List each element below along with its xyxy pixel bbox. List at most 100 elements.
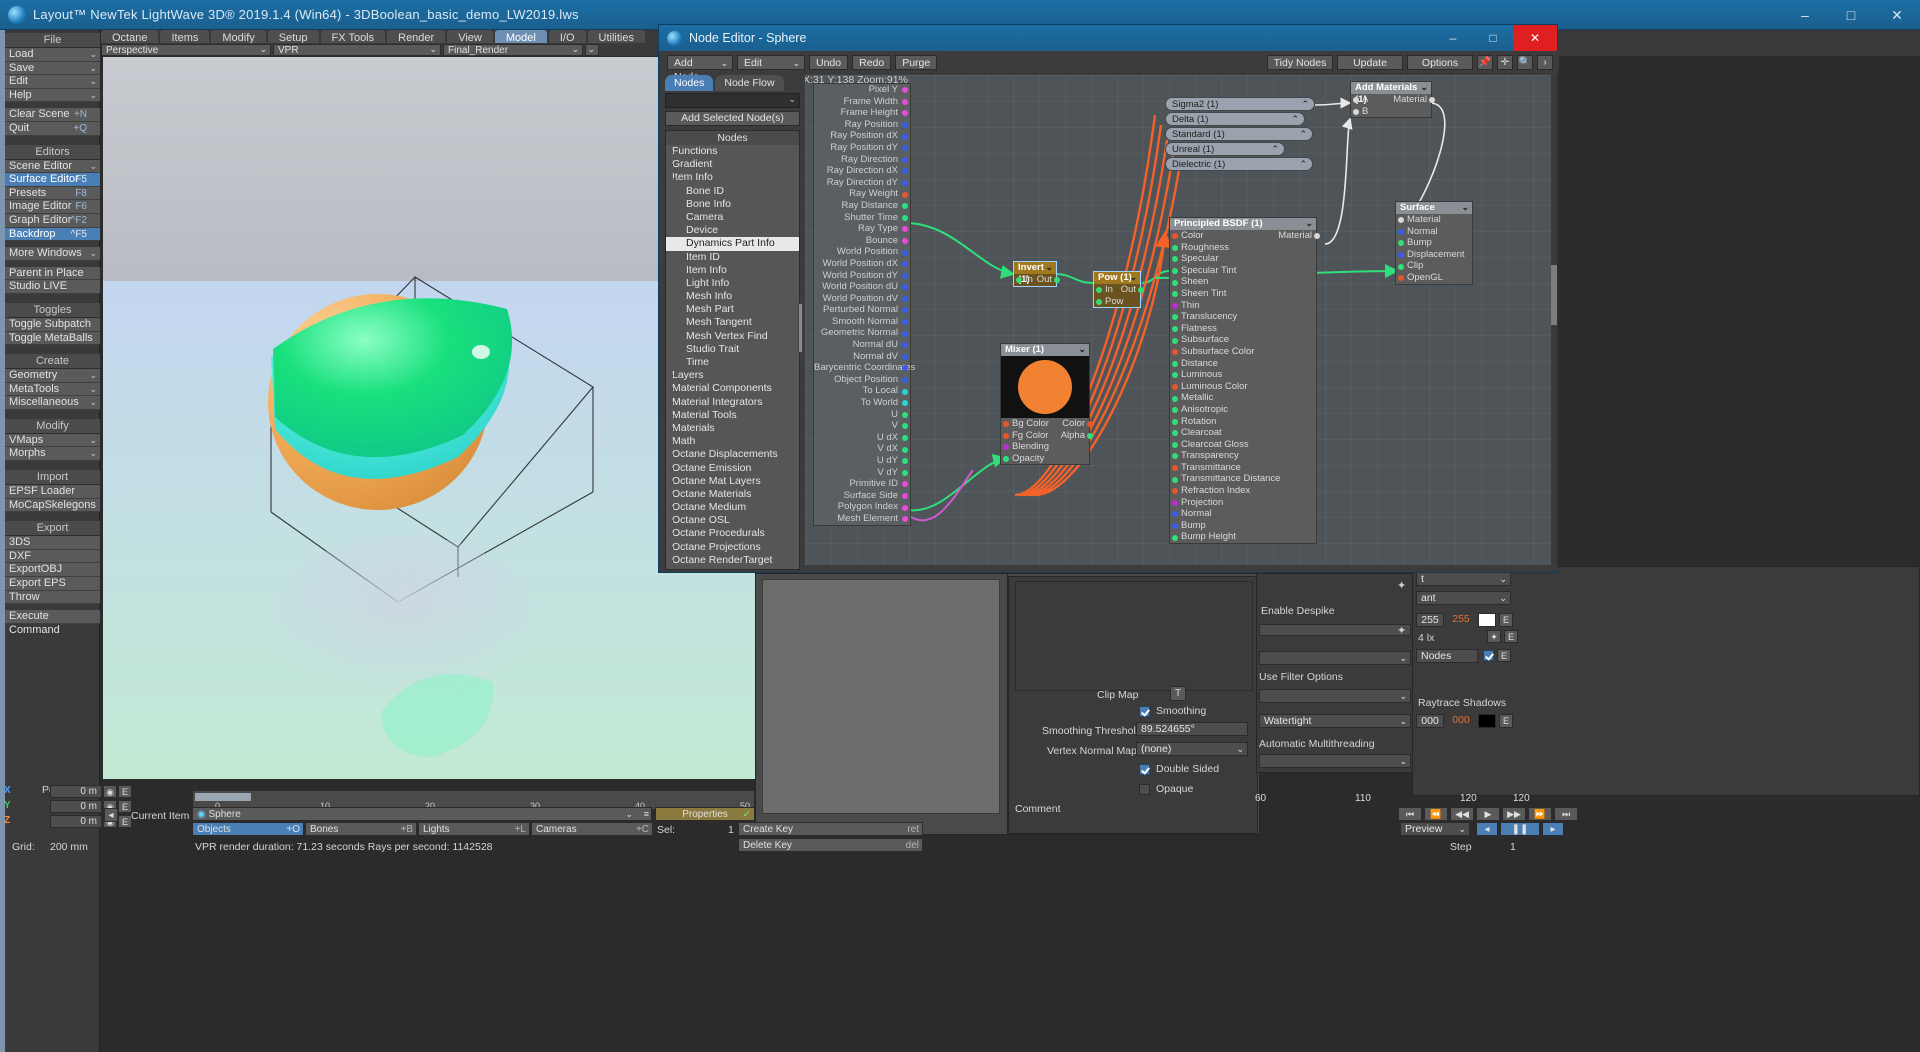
principled-port-bump[interactable]: Bump [1170, 520, 1316, 532]
input-port-ray-distance[interactable]: Ray Distance [814, 200, 910, 212]
sidebar-item-toggle-subpatch[interactable]: Toggle Subpatch [5, 317, 100, 332]
chevron-right-icon[interactable]: › [671, 409, 674, 422]
node-editor-tabs[interactable]: Nodes Node Flow [665, 75, 800, 91]
node-tree-item-bone-id[interactable]: Bone ID [666, 185, 799, 198]
envelope-icon[interactable]: ✦ [1397, 579, 1409, 592]
principled-port-specular[interactable]: Specular [1170, 253, 1316, 265]
node-editor-maximize-button[interactable]: □ [1473, 25, 1513, 51]
node-tree-item-materials[interactable]: › Materials [666, 422, 799, 435]
principled-port-projection[interactable]: Projection [1170, 497, 1316, 509]
axis-eye-icon-x[interactable]: ◉ [103, 785, 117, 798]
timeline-slider[interactable] [195, 793, 251, 801]
shadow-color-swatch[interactable] [1478, 714, 1496, 728]
chevron-right-icon[interactable]: › [671, 435, 674, 448]
chevron-right-icon[interactable]: › [671, 145, 674, 158]
principled-port-luminous[interactable]: Luminous [1170, 369, 1316, 381]
node-tree-item-material-tools[interactable]: › Material Tools [666, 409, 799, 422]
input-port-ray-direction[interactable]: Ray Direction [814, 154, 910, 166]
double-sided-checkbox[interactable] [1139, 763, 1150, 775]
principled-port-subsurface[interactable]: Subsurface [1170, 334, 1316, 346]
principled-port-subsurface-color[interactable]: Subsurface Color [1170, 346, 1316, 358]
input-port-perturbed-normal[interactable]: Perturbed Normal [814, 304, 910, 316]
node-graph-canvas[interactable]: X:31 Y:138 Zoom:91% Pixel Y Frame Width … [805, 75, 1553, 565]
chevron-right-icon[interactable]: › [671, 488, 674, 501]
filter-dropdown[interactable]: ⌄ [1259, 651, 1411, 665]
mixer-port-bg-color[interactable]: Bg Color Color [1001, 418, 1093, 430]
input-port-primitive-id[interactable]: Primitive ID [814, 478, 910, 490]
node-invert-in-port[interactable]: In Out [1014, 274, 1060, 286]
node-tree-item-material-components[interactable]: › Material Components [666, 382, 799, 395]
move-icon[interactable]: ✛ [1497, 55, 1513, 70]
node-tree-item-math[interactable]: › Math [666, 435, 799, 448]
chevron-right-icon[interactable]: › [671, 158, 674, 171]
sidebar-item-parent-in-place[interactable]: Parent in Place [5, 266, 100, 281]
frame-prev-button[interactable]: ◂ [104, 808, 118, 822]
node-tree-item-dynamics-part-info[interactable]: Dynamics Part Info [666, 237, 799, 251]
input-port-u-dx[interactable]: U dX [814, 432, 910, 444]
sidebar-item-exportobj[interactable]: ExportOBJ [5, 563, 100, 578]
add-node-dropdown[interactable]: Add Node ⌄ [667, 54, 733, 83]
node-editor-tab-nodes[interactable]: Nodes [665, 75, 714, 91]
node-tree[interactable]: Nodes › Functions › Gradient ⌄ Item Info Bone … [665, 130, 800, 570]
node-tree-item-functions[interactable]: › Functions [666, 145, 799, 158]
sidebar-item-save[interactable]: Save ⌄ [5, 61, 100, 76]
input-port-shutter-time[interactable]: Shutter Time [814, 212, 910, 224]
input-port-to-world[interactable]: To World [814, 397, 910, 409]
sidebar-item-export-eps[interactable]: Export EPS [5, 577, 100, 591]
principled-port-sheen-tint[interactable]: Sheen Tint [1170, 288, 1316, 300]
sidebar-item-miscellaneous[interactable]: Miscellaneous ⌄ [5, 396, 100, 410]
redo-button[interactable]: Redo [852, 54, 892, 70]
node-tree-item-light-info[interactable]: Light Info [666, 277, 799, 290]
search-icon[interactable]: 🔍 [1517, 55, 1533, 70]
node-invert[interactable]: Invert (1) ⌄ In Out [1013, 261, 1060, 287]
shadow-val-1[interactable]: 000 [1416, 714, 1444, 728]
node-principled-bsdf[interactable]: Principled BSDF (1) ⌄ Color Material Rou… [1169, 217, 1320, 545]
input-port-world-position-du[interactable]: World Position dU [814, 281, 910, 293]
smoothing-threshold-input[interactable]: 89.524655° [1136, 722, 1248, 736]
chevron-right-icon[interactable]: › [671, 541, 674, 554]
input-port-ray-position[interactable]: Ray Position [814, 119, 910, 131]
chevron-right-icon[interactable]: › [671, 554, 674, 567]
input-port-world-position-dv[interactable]: World Position dV [814, 293, 910, 305]
node-principled-header[interactable]: Principled BSDF (1) ⌄ [1170, 218, 1316, 230]
sidebar-item-epsf-loader[interactable]: EPSF Loader [5, 485, 100, 499]
collapsed-node-sigma2-1-[interactable]: Sigma2 (1) ⌃ [1165, 97, 1315, 111]
mixer-port-opacity[interactable]: Opacity [1001, 453, 1089, 465]
mixer-port-fg-color[interactable]: Fg Color Alpha [1001, 430, 1093, 442]
input-port-normal-du[interactable]: Normal dU [814, 339, 910, 351]
chevron-right-icon[interactable]: › [671, 475, 674, 488]
chevron-right-icon[interactable]: › [671, 514, 674, 527]
watertight-dropdown[interactable]: Watertight ⌄ [1259, 714, 1411, 728]
node-canvas-scrollbar[interactable] [1551, 75, 1557, 565]
sidebar-item-geometry[interactable]: Geometry ⌄ [5, 369, 100, 383]
principled-port-refraction-index[interactable]: Refraction Index [1170, 485, 1316, 497]
principled-port-sheen[interactable]: Sheen [1170, 276, 1316, 288]
node-tree-item-material-integrators[interactable]: › Material Integrators [666, 396, 799, 409]
sidebar-item-load[interactable]: Load ⌄ [5, 48, 100, 62]
node-input-surface[interactable]: Pixel Y Frame Width Frame Height Ray Positi… [813, 83, 915, 526]
input-port-bounce[interactable]: Bounce [814, 235, 910, 247]
node-tree-item-octane-emission[interactable]: › Octane Emission [666, 462, 799, 475]
viewport-view-select[interactable]: Perspective ⌄ [101, 43, 271, 56]
principled-port-rotation[interactable]: Rotation [1170, 416, 1316, 428]
sidebar-item-metatools[interactable]: MetaTools ⌄ [5, 382, 100, 397]
viewport-render-mode-select[interactable]: VPR ⌄ [273, 43, 441, 56]
chevron-right-icon[interactable]: › [671, 369, 674, 382]
node-tree-scrollbar[interactable] [798, 303, 803, 353]
input-port-ray-direction-dy[interactable]: Ray Direction dY [814, 177, 910, 189]
chevron-up-icon[interactable]: ⌃ [1271, 143, 1279, 156]
node-tree-item-octane-projections[interactable]: › Octane Projections [666, 541, 799, 554]
color-swatch[interactable] [1478, 613, 1496, 627]
chevron-up-icon[interactable]: ⌃ [1299, 158, 1307, 171]
node-principled-color-port[interactable]: Color Material [1170, 230, 1320, 242]
node-mixer-header[interactable]: Mixer (1) ⌄ [1001, 344, 1089, 356]
input-port-ray-position-dx[interactable]: Ray Position dX [814, 130, 910, 142]
node-tree-item-octane-osl[interactable]: › Octane OSL [666, 514, 799, 527]
options-button[interactable]: Options [1407, 55, 1473, 70]
envelope-icon-2[interactable]: ✦ [1397, 624, 1409, 637]
node-tree-item-time[interactable]: Time [666, 356, 799, 369]
node-tree-item-item-info[interactable]: Item Info [666, 264, 799, 277]
input-port-object-position[interactable]: Object Position [814, 374, 910, 386]
sidebar-item-clear-scene[interactable]: Clear Scene +N [5, 108, 100, 122]
axis-envelope-button-x[interactable]: E [118, 785, 132, 798]
